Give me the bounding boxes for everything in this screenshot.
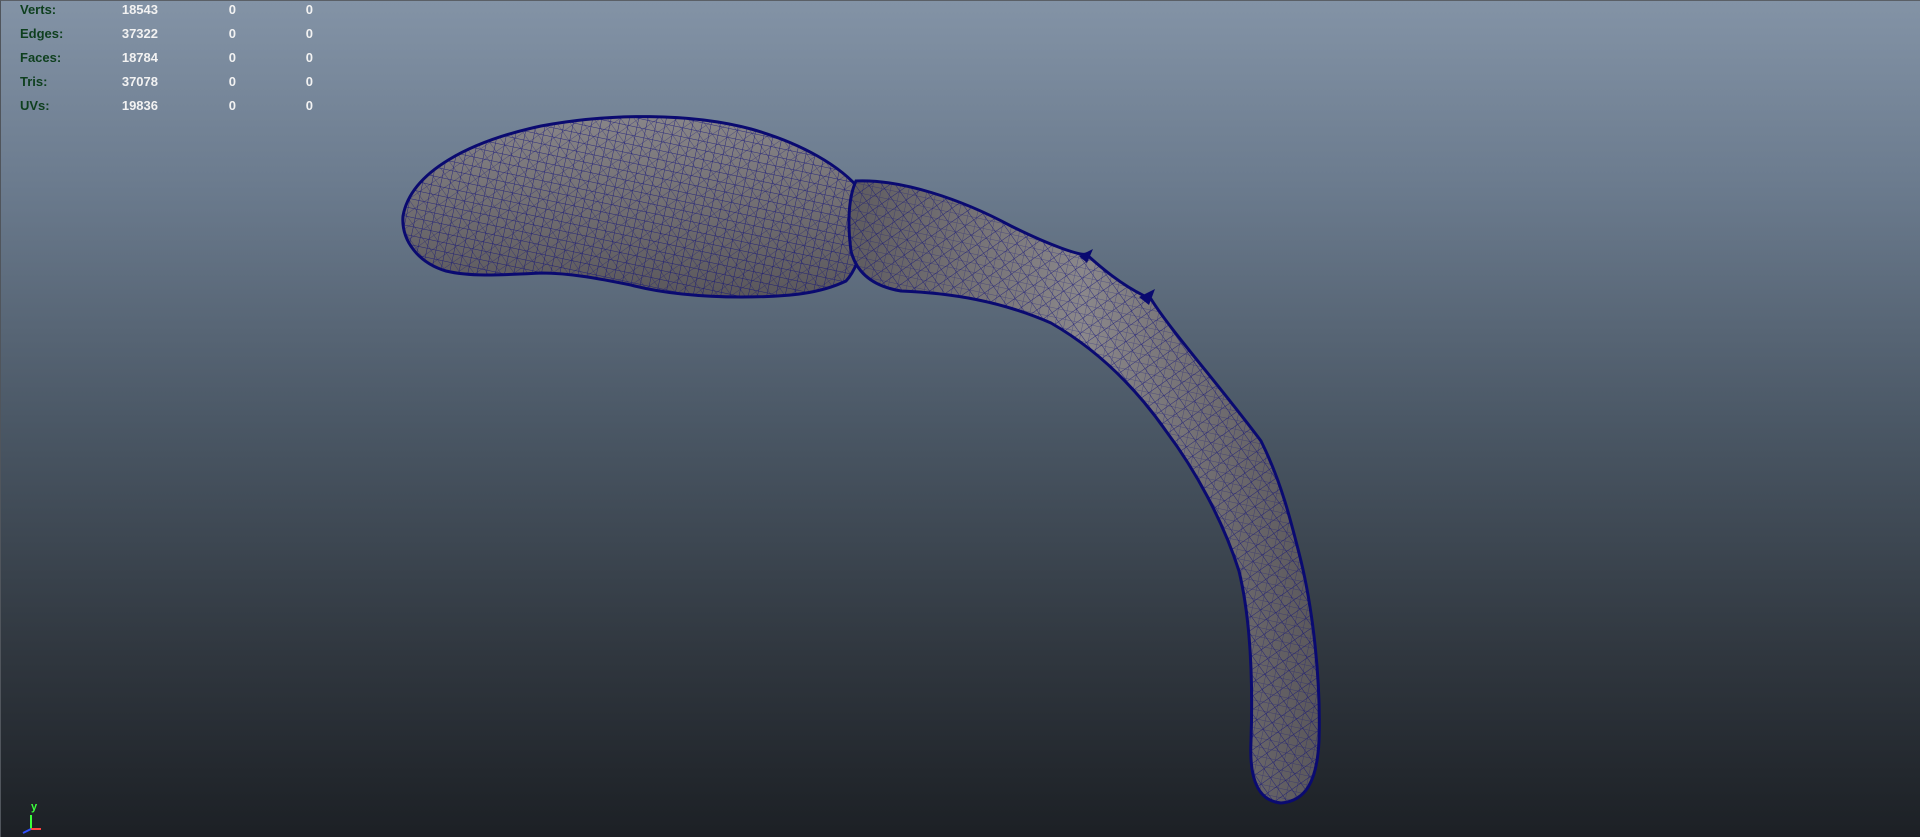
mesh-head-part <box>401 115 867 299</box>
axis-y-label: y <box>31 801 38 813</box>
mesh-tail-part <box>847 179 1321 805</box>
axis-gizmo-icon: y <box>7 799 47 835</box>
viewport-3d[interactable]: Verts: 18543 0 0 Edges: 37322 0 0 Faces:… <box>0 0 1920 837</box>
wireframe-mesh-object[interactable] <box>1 1 1920 837</box>
